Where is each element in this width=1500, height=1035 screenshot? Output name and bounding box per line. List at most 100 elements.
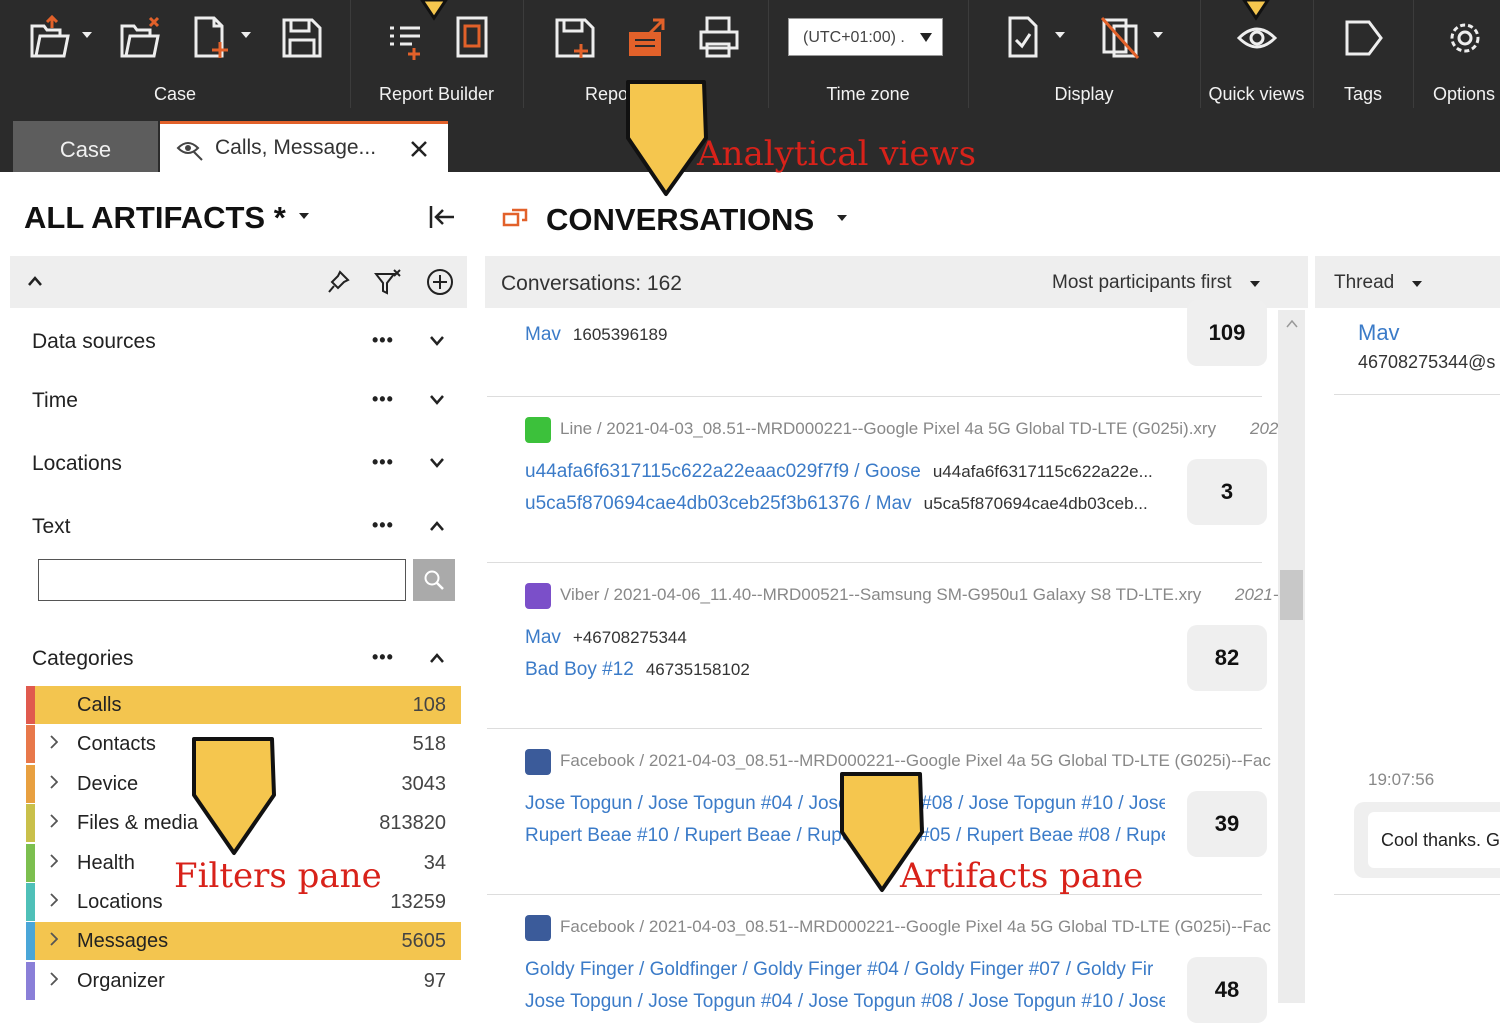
chevron-down-icon[interactable] bbox=[1411, 280, 1423, 288]
category-color-bar bbox=[26, 804, 35, 843]
more-icon[interactable]: ••• bbox=[372, 330, 394, 351]
more-icon[interactable]: ••• bbox=[372, 647, 394, 668]
chevron-right-icon[interactable] bbox=[50, 853, 58, 868]
category-row[interactable]: Messages 5605 bbox=[26, 922, 461, 961]
participant-link[interactable]: Mav bbox=[525, 627, 561, 648]
chevron-down-icon[interactable] bbox=[298, 212, 310, 220]
category-name: Device bbox=[77, 772, 139, 795]
participant-id: +46708275344 bbox=[572, 628, 687, 647]
participant-line: Goldy Finger / Goldfinger / Goldy Finger… bbox=[525, 959, 1153, 981]
chevron-up-icon[interactable] bbox=[430, 521, 444, 531]
participant-link[interactable]: Goldy Finger / Goldfinger / Goldy Finger… bbox=[525, 959, 1153, 980]
conversation-source: Facebook / 2021-04-03_08.51--MRD000221--… bbox=[560, 751, 1271, 770]
conversations-title[interactable]: CONVERSATIONS bbox=[546, 202, 814, 238]
clear-filter-icon[interactable] bbox=[374, 268, 402, 296]
annotation-marker bbox=[192, 737, 276, 855]
report-page-icon[interactable] bbox=[450, 14, 494, 62]
participant-link[interactable]: Bad Boy #12 bbox=[525, 659, 634, 680]
chevron-up-icon[interactable] bbox=[430, 653, 444, 663]
section-categories[interactable]: Categories ••• bbox=[32, 647, 452, 677]
line-app-icon bbox=[525, 417, 551, 443]
chevron-down-icon[interactable] bbox=[430, 458, 444, 468]
conversation-source: Line / 2021-04-03_08.51--MRD000221--Goog… bbox=[560, 419, 1217, 438]
close-case-icon[interactable] bbox=[118, 14, 162, 62]
section-time[interactable]: Time ••• bbox=[32, 389, 452, 419]
divider bbox=[1334, 394, 1500, 395]
tag-icon[interactable] bbox=[1341, 14, 1385, 62]
export-report-icon[interactable] bbox=[625, 14, 669, 62]
section-text[interactable]: Text ••• bbox=[32, 515, 452, 545]
thread-contact-name[interactable]: Mav bbox=[1358, 320, 1400, 346]
more-icon[interactable]: ••• bbox=[372, 389, 394, 410]
chevron-right-icon[interactable] bbox=[50, 893, 58, 907]
section-data-sources[interactable]: Data sources ••• bbox=[32, 330, 452, 360]
section-locations[interactable]: Locations ••• bbox=[32, 452, 452, 482]
chevron-down-icon[interactable] bbox=[430, 395, 444, 405]
message-count-badge: 48 bbox=[1187, 957, 1267, 1023]
category-row[interactable]: Calls 108 bbox=[26, 686, 461, 724]
scroll-up-icon[interactable] bbox=[1286, 320, 1298, 328]
time-zone-select[interactable]: (UTC+01:00) . bbox=[788, 18, 943, 56]
gear-icon[interactable] bbox=[1443, 14, 1487, 62]
chevron-down-icon[interactable] bbox=[240, 30, 252, 40]
collapse-pane-icon[interactable] bbox=[428, 204, 458, 230]
participant-link[interactable]: u44afa6f6317115c622a22eaac029f7f9 / Goos… bbox=[525, 461, 921, 482]
chevron-down-icon[interactable] bbox=[836, 214, 848, 222]
participant-link[interactable]: Mav bbox=[525, 324, 561, 345]
text-search-input[interactable] bbox=[38, 559, 406, 601]
chevron-right-icon[interactable] bbox=[50, 775, 58, 789]
facebook-app-icon bbox=[525, 749, 551, 775]
tab-calls-messages[interactable]: Calls, Message... bbox=[160, 121, 448, 172]
more-icon[interactable]: ••• bbox=[372, 515, 394, 536]
chevron-down-icon[interactable] bbox=[1152, 30, 1164, 40]
category-name: Health bbox=[77, 851, 135, 874]
participant-link[interactable]: Jose Topgun / Jose Topgun #04 / Jose Top… bbox=[525, 991, 1165, 1012]
conversation-date: 2021- bbox=[1235, 585, 1279, 604]
message-time: 19:07:56 bbox=[1368, 770, 1435, 789]
search-button[interactable] bbox=[413, 559, 455, 601]
chevron-right-icon[interactable] bbox=[50, 814, 58, 828]
category-name: Organizer bbox=[77, 969, 165, 992]
chevron-right-icon[interactable] bbox=[50, 932, 58, 947]
conversation-item[interactable]: Facebook / 2021-04-03_08.51--MRD000221--… bbox=[487, 894, 1271, 1035]
conversation-item[interactable]: Line / 2021-04-03_08.51--MRD000221--Goog… bbox=[487, 396, 1278, 563]
category-row[interactable]: Organizer 97 bbox=[26, 961, 461, 1000]
category-count: 518 bbox=[412, 733, 446, 756]
chevron-up-icon[interactable] bbox=[28, 276, 42, 286]
more-icon[interactable]: ••• bbox=[372, 452, 394, 473]
open-case-icon[interactable] bbox=[28, 14, 72, 62]
chevron-down-icon[interactable] bbox=[81, 30, 93, 40]
filters-title[interactable]: ALL ARTIFACTS * bbox=[24, 200, 286, 236]
save-report-icon[interactable] bbox=[553, 14, 597, 62]
save-icon[interactable] bbox=[280, 14, 324, 62]
scrollbar[interactable] bbox=[1278, 310, 1305, 1003]
thread-select[interactable]: Thread bbox=[1334, 272, 1394, 294]
chevron-down-icon[interactable] bbox=[430, 336, 444, 346]
chevron-down-icon[interactable] bbox=[1054, 30, 1066, 40]
new-document-icon[interactable] bbox=[190, 14, 234, 62]
participant-line: u5ca5f870694cae4db03ceb25f3b61376 / Mav u… bbox=[525, 493, 1148, 515]
document-check-icon[interactable] bbox=[1002, 14, 1046, 62]
participant-line: Bad Boy #12 46735158102 bbox=[525, 659, 750, 681]
tags-label: Tags bbox=[1343, 84, 1383, 104]
chevron-right-icon[interactable] bbox=[50, 735, 58, 750]
tab-case[interactable]: Case bbox=[13, 121, 158, 172]
conversation-item[interactable]: Viber / 2021-04-06_11.40--MRD00521--Sams… bbox=[487, 562, 1278, 729]
pin-icon[interactable] bbox=[328, 270, 350, 294]
participant-line: Mav +46708275344 bbox=[525, 627, 687, 649]
conversations-icon bbox=[502, 208, 528, 227]
category-color-bar bbox=[26, 922, 35, 961]
message-text: Cool thanks. G bbox=[1381, 830, 1500, 850]
conversation-item[interactable]: Mav 1605396189 109 bbox=[487, 300, 1267, 396]
chevron-down-icon[interactable] bbox=[1249, 280, 1261, 288]
viber-app-icon bbox=[525, 583, 551, 609]
chevron-right-icon[interactable] bbox=[50, 972, 58, 986]
print-icon[interactable] bbox=[697, 14, 741, 62]
add-filter-icon[interactable] bbox=[426, 268, 454, 296]
participant-link[interactable]: u5ca5f870694cae4db03ceb25f3b61376 / Mav bbox=[525, 493, 912, 514]
thread-pane: Thread Mav 46708275344@s 19:07:56 Cool t… bbox=[1310, 172, 1500, 1003]
scrollbar-thumb[interactable] bbox=[1280, 570, 1303, 620]
sort-select[interactable]: Most participants first bbox=[1052, 272, 1232, 294]
hide-devices-icon[interactable] bbox=[1098, 14, 1142, 62]
close-icon[interactable] bbox=[410, 140, 428, 158]
